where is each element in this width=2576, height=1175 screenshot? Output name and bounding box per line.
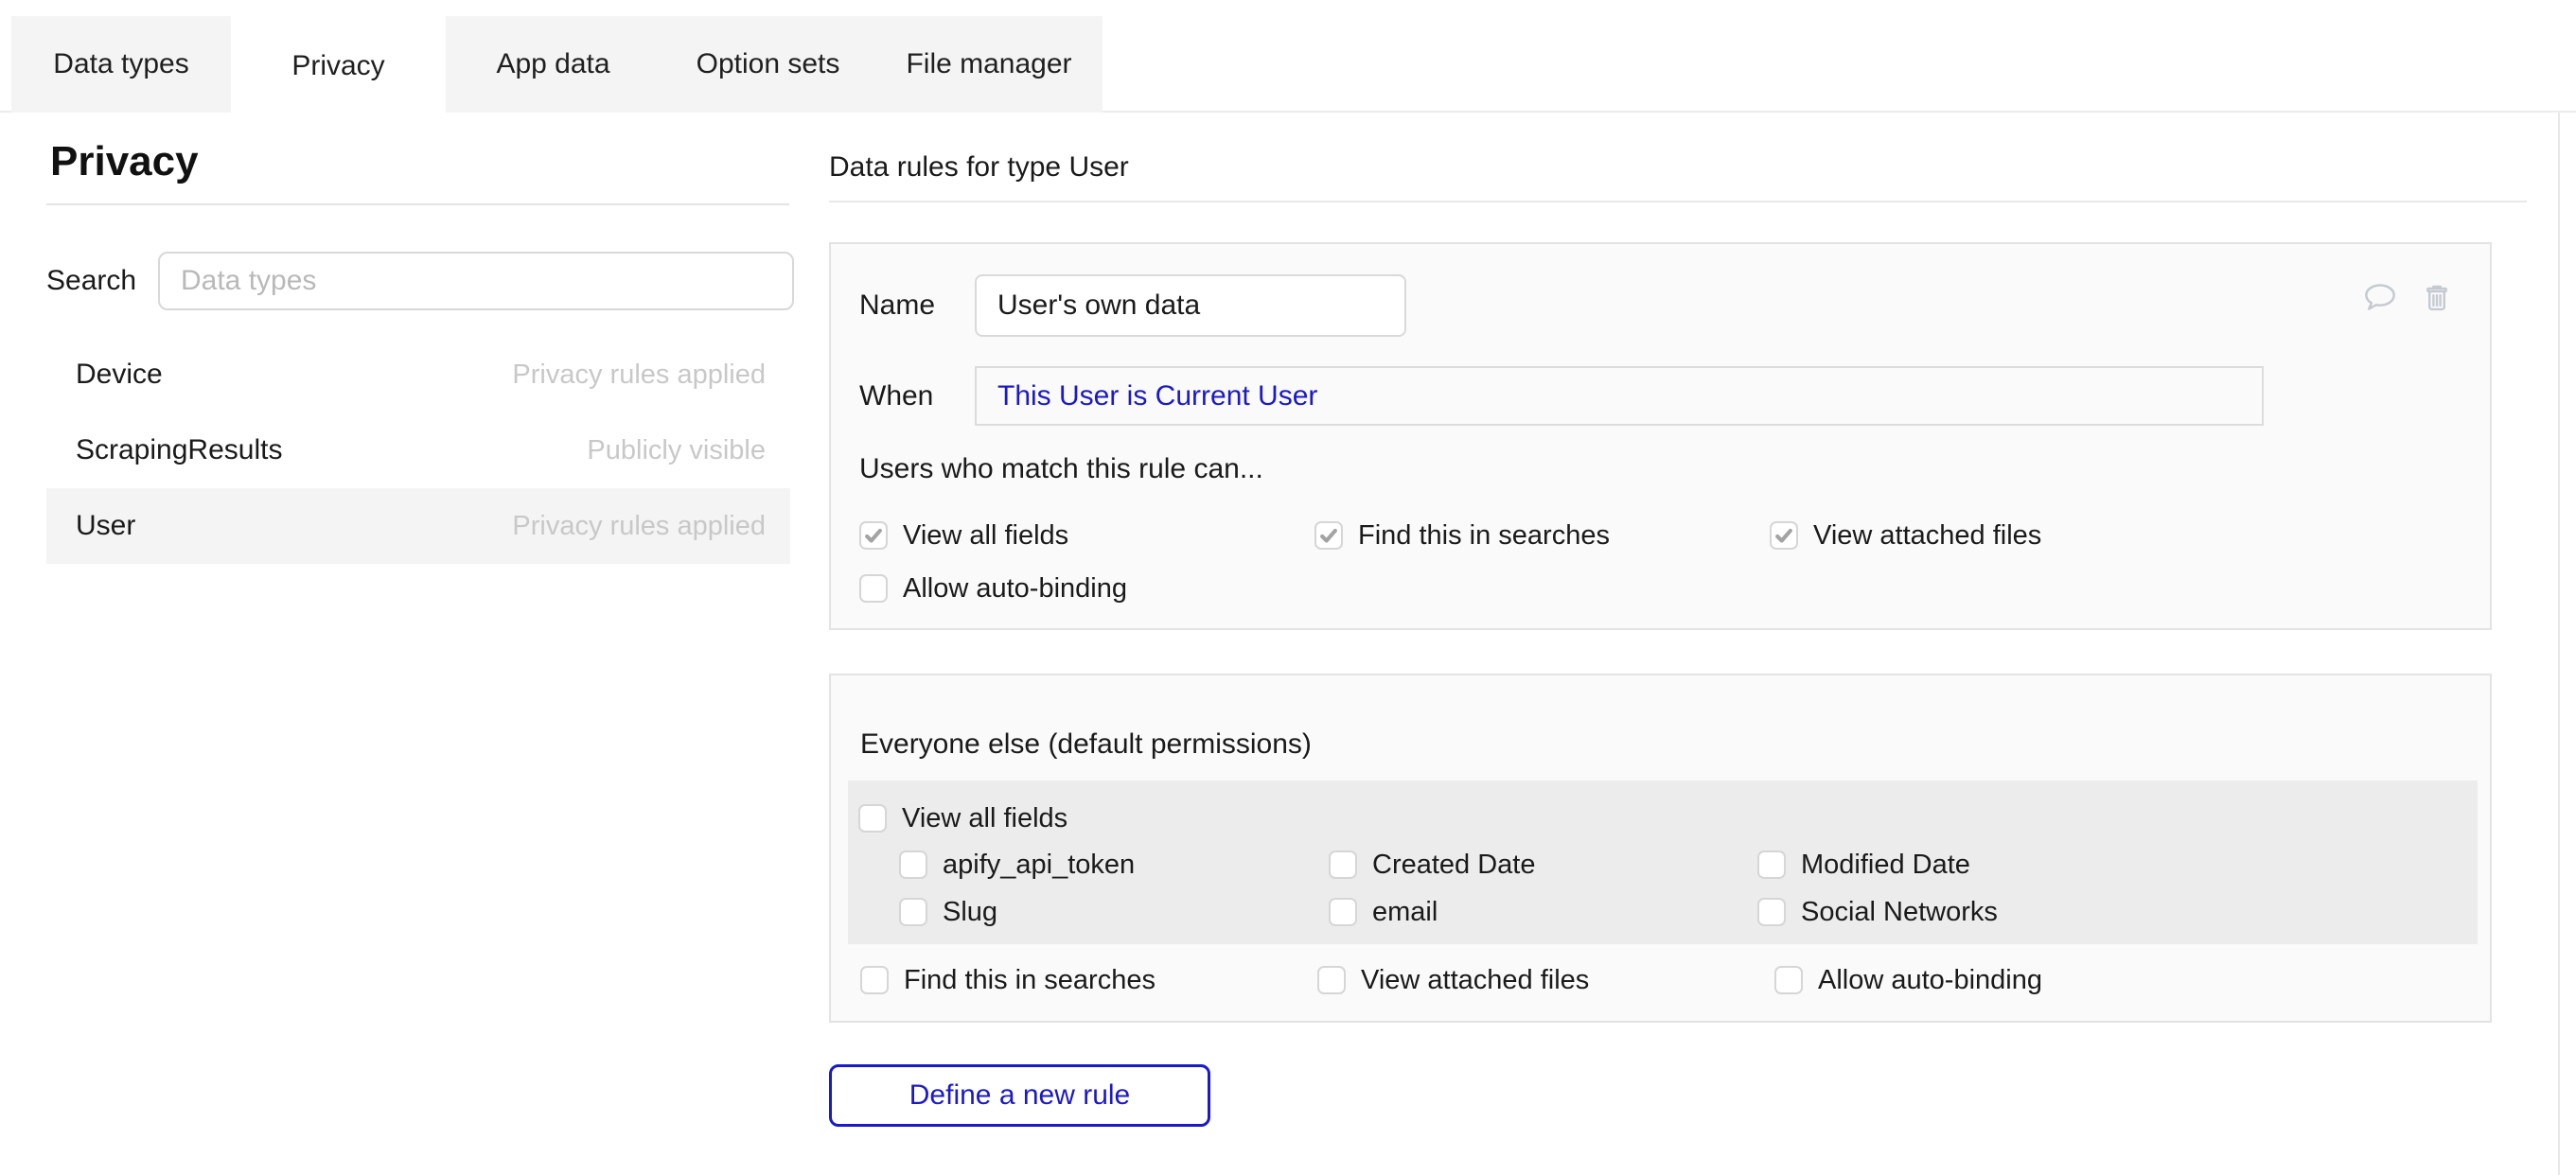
checkbox-allow-auto-binding-default[interactable]: Allow auto-binding: [1774, 966, 2490, 994]
checkbox-box: [1774, 966, 1803, 994]
privacy-sidebar: Privacy Search Device Privacy rules appl…: [0, 113, 814, 564]
checkbox-find-in-searches-default[interactable]: Find this in searches: [860, 966, 1317, 994]
checkbox-field-social-networks[interactable]: Social Networks: [1757, 898, 2478, 926]
checkbox-view-attached-files[interactable]: View attached files: [1770, 521, 2461, 550]
main-divider: [829, 201, 2527, 202]
comment-icon[interactable]: [2361, 278, 2399, 316]
checkbox-box: [860, 966, 889, 994]
default-other-permissions: Find this in searches View attached file…: [860, 966, 2490, 994]
search-input[interactable]: [158, 252, 794, 310]
privacy-status-label: Privacy rules applied: [512, 511, 766, 542]
checkbox-box: [899, 898, 927, 926]
checkbox-view-all-fields-default[interactable]: View all fields: [858, 804, 2478, 833]
checkbox-box: [1329, 898, 1357, 926]
tab-privacy[interactable]: Privacy: [231, 16, 446, 116]
tab-app-data[interactable]: App data: [446, 16, 661, 113]
data-type-list: Device Privacy rules applied ScrapingRes…: [46, 337, 790, 564]
data-type-name: Device: [76, 359, 163, 391]
field-permissions-panel: View all fields apify_api_token Created …: [848, 780, 2478, 944]
tab-strip: Data types Privacy App data Option sets …: [11, 16, 1103, 116]
checkbox-box: [1757, 898, 1786, 926]
page-title: Privacy: [50, 137, 814, 186]
checkbox-field-email[interactable]: email: [1329, 898, 1757, 926]
default-permissions-title: Everyone else (default permissions): [860, 728, 2490, 762]
when-label: When: [859, 380, 975, 412]
when-condition-text: This User is Current User: [997, 380, 1317, 412]
rule-name-row: Name: [859, 274, 2461, 337]
rule-name-input[interactable]: [975, 274, 1406, 337]
field-checkbox-grid: apify_api_token Created Date Modified Da…: [899, 851, 2478, 926]
checkbox-box: [859, 574, 888, 603]
panel-right-border: [2558, 113, 2560, 1175]
tab-data-types[interactable]: Data types: [11, 16, 231, 113]
default-permissions-card: Everyone else (default permissions) View…: [829, 674, 2492, 1023]
name-label: Name: [859, 289, 975, 322]
trash-icon[interactable]: [2420, 280, 2454, 314]
checkbox-field-modified-date[interactable]: Modified Date: [1757, 851, 2478, 879]
sidebar-item-device[interactable]: Device Privacy rules applied: [46, 337, 790, 412]
checkbox-box: [858, 804, 887, 833]
rule-permissions-grid: View all fields Find this in searches Vi…: [859, 521, 2461, 603]
checkbox-view-all-fields[interactable]: View all fields: [859, 521, 1314, 550]
checkbox-box: [1329, 851, 1357, 879]
sidebar-divider: [46, 203, 789, 205]
rule-when-row: When This User is Current User: [859, 366, 2461, 426]
privacy-status-label: Publicly visible: [587, 435, 766, 466]
checkbox-box: [899, 851, 927, 879]
checkbox-box: [1317, 966, 1346, 994]
permissions-intro: Users who match this rule can...: [859, 452, 2461, 486]
checkbox-find-in-searches[interactable]: Find this in searches: [1314, 521, 1770, 550]
search-label: Search: [46, 265, 158, 297]
data-type-name: User: [76, 510, 135, 542]
sidebar-item-scrapingresults[interactable]: ScrapingResults Publicly visible: [46, 412, 790, 488]
privacy-status-label: Privacy rules applied: [512, 360, 766, 391]
data-type-name: ScrapingResults: [76, 434, 282, 466]
checkbox-box: [1757, 851, 1786, 879]
when-condition-box[interactable]: This User is Current User: [975, 366, 2264, 426]
checkbox-box: [1770, 521, 1798, 550]
tab-file-manager[interactable]: File manager: [875, 16, 1103, 113]
data-rules-panel: Data rules for type User: [829, 113, 2527, 1127]
tab-bar: Data types Privacy App data Option sets …: [0, 0, 2576, 113]
tab-option-sets[interactable]: Option sets: [661, 16, 875, 113]
checkbox-box: [1314, 521, 1343, 550]
rule-card-actions: [2361, 278, 2454, 316]
checkbox-view-attached-files-default[interactable]: View attached files: [1317, 966, 1774, 994]
checkbox-allow-auto-binding[interactable]: Allow auto-binding: [859, 574, 1314, 603]
tab-label: Privacy: [291, 50, 384, 82]
search-row: Search: [46, 252, 814, 310]
sidebar-item-user[interactable]: User Privacy rules applied: [46, 488, 790, 564]
checkbox-field-apify-api-token[interactable]: apify_api_token: [899, 851, 1329, 879]
rule-card: Name When This User is Current User User…: [829, 242, 2492, 630]
define-new-rule-button[interactable]: Define a new rule: [829, 1064, 1210, 1127]
tab-label: File manager: [906, 48, 1071, 80]
privacy-settings-screen: Data types Privacy App data Option sets …: [0, 0, 2576, 1175]
tab-label: Option sets: [697, 48, 840, 80]
data-rules-title: Data rules for type User: [829, 150, 2527, 184]
tab-label: App data: [496, 48, 609, 80]
checkbox-field-created-date[interactable]: Created Date: [1329, 851, 1757, 879]
checkbox-field-slug[interactable]: Slug: [899, 898, 1329, 926]
tab-label: Data types: [53, 48, 188, 80]
checkbox-box: [859, 521, 888, 550]
